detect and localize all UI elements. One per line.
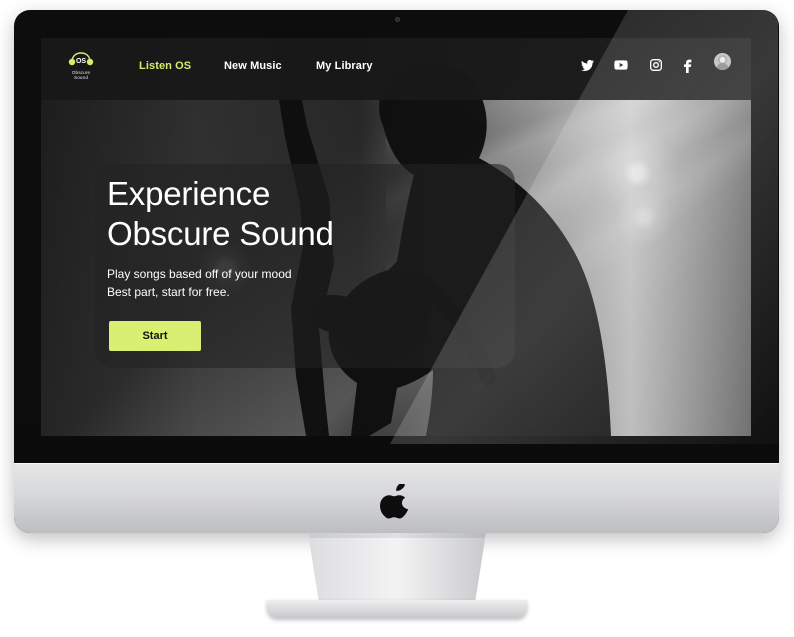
youtube-icon[interactable] [613, 57, 629, 73]
headphones-logo-icon: OS [68, 52, 94, 66]
hero-subtitle-line-2: Best part, start for free. [107, 285, 230, 299]
hero-subtitle-line-1: Play songs based off of your mood [107, 267, 292, 281]
nav-new-music[interactable]: New Music [224, 59, 282, 73]
monitor-chin [14, 463, 779, 533]
apple-logo-icon [380, 484, 409, 519]
user-avatar[interactable] [714, 53, 731, 70]
brand-logo-text: OS [76, 58, 86, 65]
desktop-mockup-scene: OS Obscure Sound Listen OS New Music My … [0, 0, 794, 637]
website-screen: OS Obscure Sound Listen OS New Music My … [41, 38, 751, 436]
facebook-icon[interactable] [680, 57, 696, 73]
monitor-base [267, 600, 527, 618]
top-navigation-bar: OS Obscure Sound Listen OS New Music My … [41, 38, 751, 100]
monitor-frame: OS Obscure Sound Listen OS New Music My … [14, 10, 779, 533]
twitter-icon[interactable] [579, 57, 595, 73]
instagram-icon[interactable] [648, 57, 664, 73]
nav-my-library[interactable]: My Library [316, 59, 373, 73]
start-button[interactable]: Start [109, 321, 201, 351]
hero-subtitle: Play songs based off of your mood Best p… [107, 265, 367, 301]
brand-logo[interactable]: OS Obscure Sound [63, 48, 99, 88]
brand-name: Obscure Sound [71, 70, 91, 80]
nav-listen-os[interactable]: Listen OS [139, 59, 191, 73]
hero-headline: Experience Obscure Sound [107, 175, 334, 252]
camera-dot [395, 17, 400, 22]
